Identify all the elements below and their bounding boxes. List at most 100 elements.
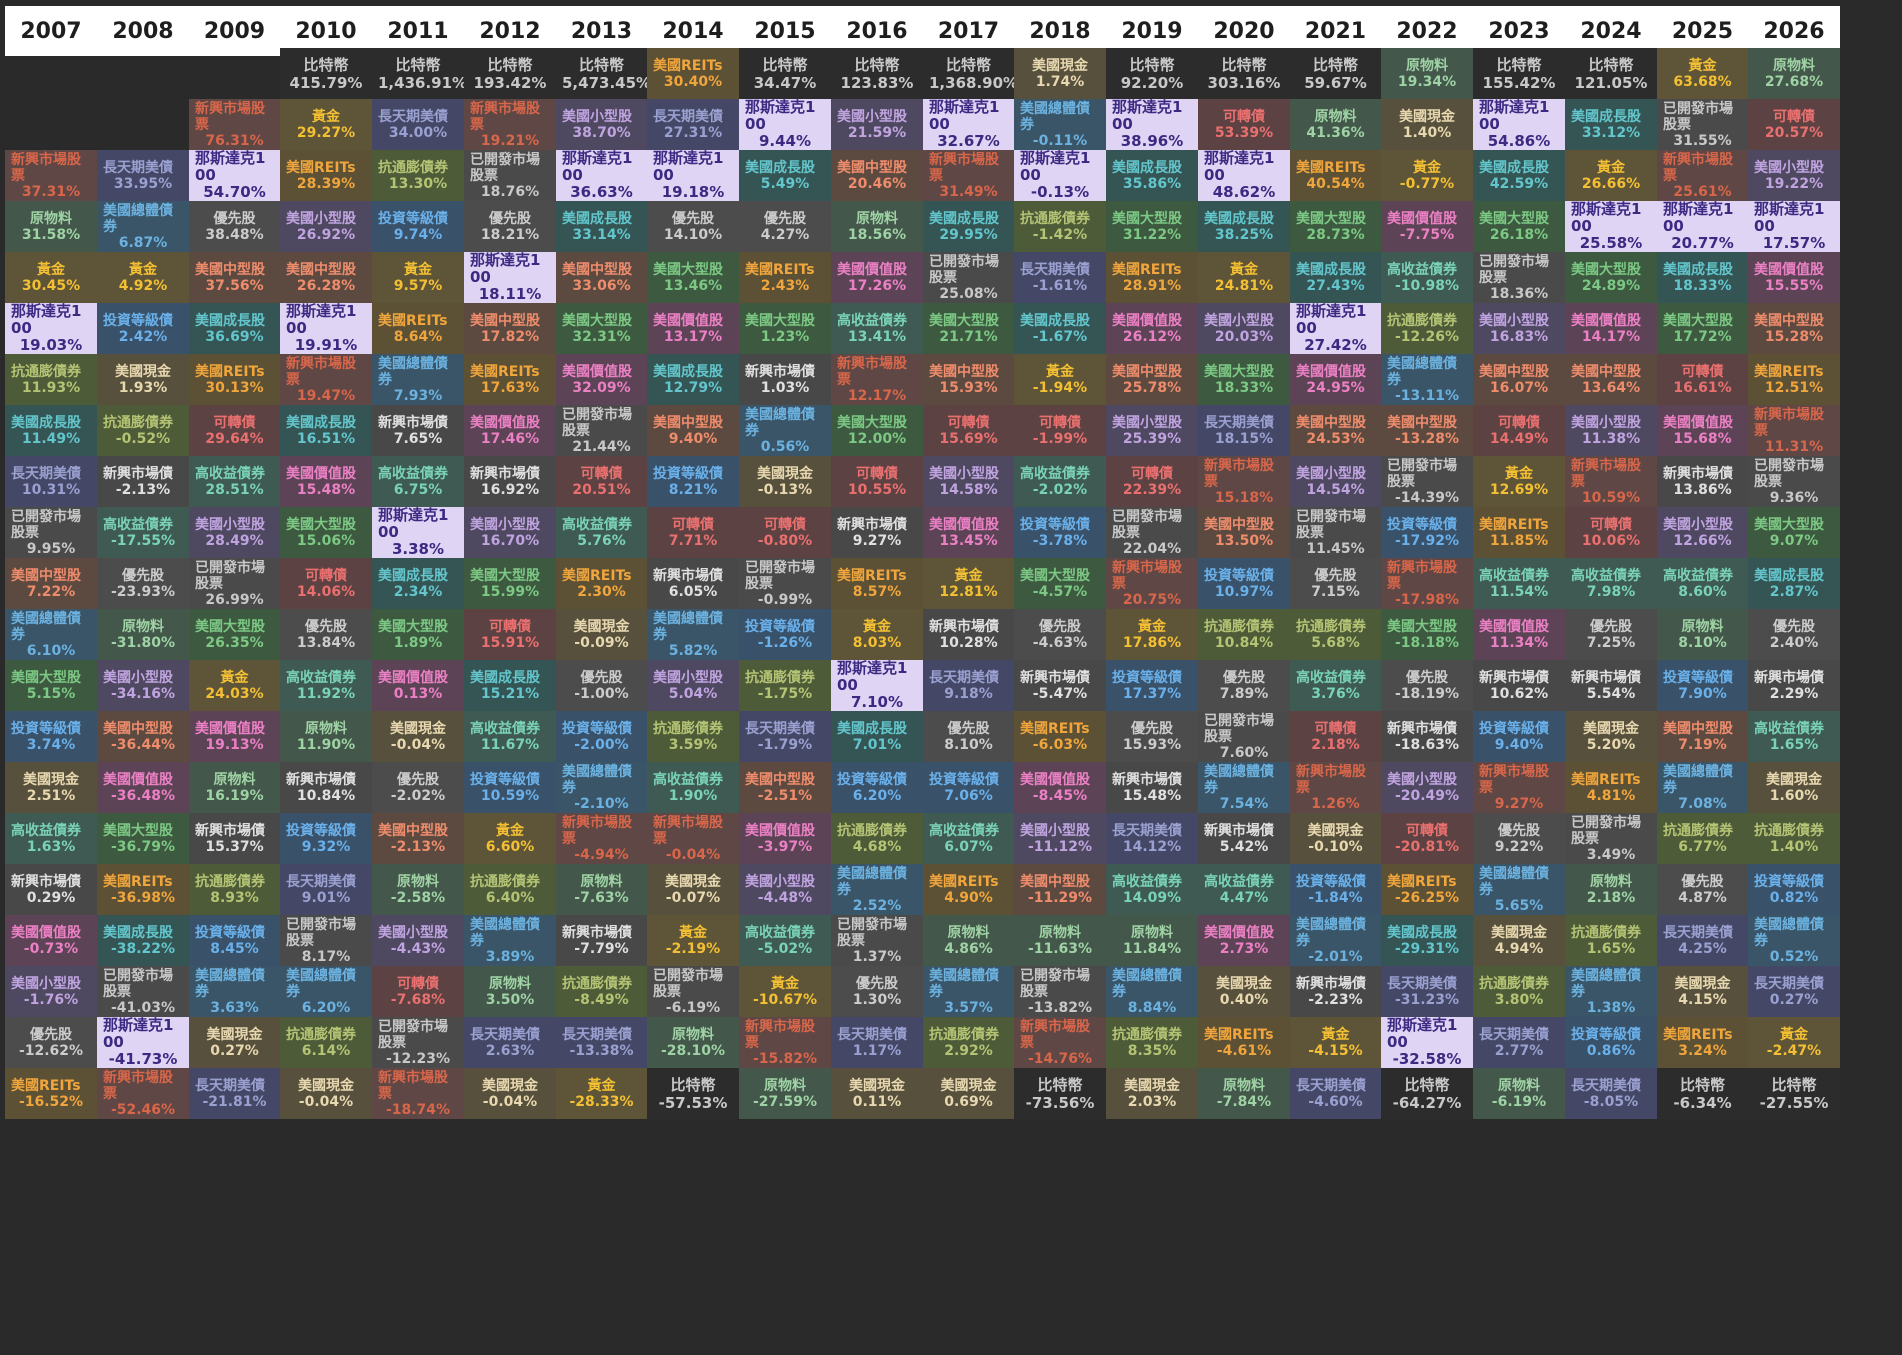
asset-return-cell: 美國總體債券 -13.11% bbox=[1381, 354, 1473, 405]
asset-name: 美國價值股 bbox=[562, 363, 632, 380]
asset-return-cell: 抗通膨債券 6.77% bbox=[1657, 813, 1748, 864]
asset-return-value: -0.04% bbox=[298, 1093, 354, 1110]
asset-name: 新興市場股票 bbox=[1571, 457, 1641, 490]
asset-name: 高收益債券 bbox=[1663, 567, 1733, 584]
asset-name: 美國小型股 bbox=[562, 108, 632, 125]
asset-return-value: 29.64% bbox=[205, 430, 264, 447]
asset-return-value: -13.11% bbox=[1394, 387, 1460, 404]
asset-return-value: 11.31% bbox=[1764, 438, 1824, 455]
asset-return-cell: 美國REITs -16.52% bbox=[5, 1068, 97, 1119]
asset-return-cell: 美國成長股 33.14% bbox=[556, 201, 647, 252]
asset-return-cell: 高收益債券 13.41% bbox=[831, 303, 923, 354]
asset-return-cell: 已開發市場股票 25.08% bbox=[923, 252, 1014, 303]
asset-return-value: -1.76% bbox=[23, 991, 79, 1008]
asset-return-cell: 美國中型股 17.82% bbox=[464, 303, 556, 354]
asset-name: 美國REITs bbox=[11, 1077, 81, 1094]
asset-return-cell: 美國REITs 12.51% bbox=[1748, 354, 1840, 405]
asset-name: 可轉債 bbox=[213, 414, 256, 431]
asset-name: 美國價值股 bbox=[1663, 414, 1733, 431]
asset-name: 投資等級債 bbox=[653, 465, 723, 482]
asset-return-cell: 抗通膨債券 -0.52% bbox=[97, 405, 189, 456]
asset-return-cell: 美國中型股 15.28% bbox=[1748, 303, 1840, 354]
asset-return-cell: 美國中型股 16.07% bbox=[1473, 354, 1565, 405]
asset-return-value: -2.47% bbox=[1766, 1042, 1822, 1059]
asset-return-value: 3.74% bbox=[26, 736, 76, 753]
asset-name: 那斯達克100 bbox=[103, 1017, 174, 1051]
asset-name: 美國現金 bbox=[1583, 720, 1639, 737]
asset-return-value: 4.47% bbox=[1219, 889, 1269, 906]
asset-name: 那斯達克100 bbox=[1296, 303, 1367, 337]
asset-return-value: 10.28% bbox=[939, 634, 998, 651]
asset-return-value: 7.01% bbox=[852, 736, 902, 753]
asset-return-cell: 美國小型股 -34.16% bbox=[97, 660, 189, 711]
asset-return-value: 19.18% bbox=[661, 183, 725, 201]
asset-name: 比特幣 bbox=[303, 55, 349, 74]
asset-return-value: 15.21% bbox=[480, 685, 540, 702]
asset-return-value: 7.22% bbox=[26, 583, 76, 600]
asset-return-value: -18.18% bbox=[1394, 634, 1460, 651]
asset-return-cell: 新興市場股票 76.31% bbox=[189, 99, 280, 150]
asset-name: 美國REITs bbox=[1663, 1026, 1733, 1043]
asset-return-cell: 新興市場債 1.03% bbox=[739, 354, 831, 405]
asset-return-value: 31.22% bbox=[1122, 226, 1182, 243]
asset-return-value: 38.96% bbox=[1120, 132, 1184, 150]
asset-return-cell: 新興市場股票 20.75% bbox=[1106, 558, 1198, 609]
asset-return-value: 16.83% bbox=[1489, 328, 1549, 345]
asset-return-cell: 長天期美債 -1.61% bbox=[1014, 252, 1106, 303]
asset-return-cell: 新興市場債 15.37% bbox=[189, 813, 280, 864]
asset-name: 可轉債 bbox=[489, 618, 531, 635]
asset-return-cell: 美國中型股 20.46% bbox=[831, 150, 923, 201]
asset-return-value: 22.39% bbox=[1122, 481, 1182, 498]
asset-name: 那斯達克100 bbox=[1020, 150, 1091, 184]
asset-name: 新興市場債 bbox=[286, 771, 356, 788]
asset-return-value: -0.07% bbox=[665, 889, 721, 906]
asset-return-value: 7.65% bbox=[393, 430, 443, 447]
asset-return-value: 2.40% bbox=[1769, 634, 1819, 651]
asset-name: 美國成長股 bbox=[1112, 159, 1182, 176]
asset-return-value: -2.13% bbox=[390, 838, 446, 855]
asset-name: 長天期美債 bbox=[1020, 261, 1090, 278]
asset-return-value: -0.04% bbox=[390, 736, 446, 753]
asset-return-value: 33.14% bbox=[572, 226, 631, 243]
asset-return-value: 33.95% bbox=[113, 175, 173, 192]
asset-return-value: 12.69% bbox=[1489, 481, 1549, 498]
asset-return-cell: 新興市場債 13.86% bbox=[1657, 456, 1748, 507]
asset-return-cell: 高收益債券 1.90% bbox=[647, 762, 739, 813]
asset-return-value: 2.18% bbox=[1311, 736, 1360, 753]
asset-return-cell: 美國價值股 14.17% bbox=[1565, 303, 1657, 354]
asset-name: 比特幣 bbox=[1588, 55, 1634, 74]
asset-return-cell: 美國成長股 18.33% bbox=[1657, 252, 1748, 303]
asset-return-value: 17.82% bbox=[480, 328, 540, 345]
asset-name: 美國小型股 bbox=[1020, 822, 1090, 839]
asset-name: 抗通膨債券 bbox=[378, 159, 448, 176]
asset-return-value: 6.05% bbox=[668, 583, 718, 600]
asset-return-cell: 優先股 38.48% bbox=[189, 201, 280, 252]
asset-return-cell: 比特幣 -57.53% bbox=[647, 1068, 739, 1119]
asset-return-cell: 美國成長股 33.12% bbox=[1565, 99, 1657, 150]
asset-return-cell: 原物料 8.10% bbox=[1657, 609, 1748, 660]
asset-name: 優先股 bbox=[672, 210, 714, 227]
asset-return-cell: 美國REITs -6.03% bbox=[1014, 711, 1106, 762]
asset-return-value: 28.91% bbox=[1122, 277, 1182, 294]
asset-name: 比特幣 bbox=[1404, 1075, 1450, 1094]
asset-name: 新興市場債 bbox=[745, 363, 815, 380]
asset-name: 高收益債券 bbox=[1479, 567, 1549, 584]
asset-return-cell: 美國大型股 15.99% bbox=[464, 558, 556, 609]
asset-return-value: -41.73% bbox=[108, 1050, 178, 1068]
asset-return-cell: 抗通膨債券 3.80% bbox=[1473, 966, 1565, 1017]
asset-return-cell: 美國現金 4.15% bbox=[1657, 966, 1748, 1017]
asset-name: 可轉債 bbox=[856, 465, 898, 482]
asset-name: 美國成長股 bbox=[929, 210, 999, 227]
asset-return-cell: 美國大型股 17.72% bbox=[1657, 303, 1748, 354]
asset-name: 投資等級債 bbox=[11, 720, 81, 737]
asset-name: 美國總體債券 bbox=[1754, 916, 1824, 949]
asset-return-cell: 新興市場股票 25.61% bbox=[1657, 150, 1748, 201]
asset-return-cell: 可轉債 15.91% bbox=[464, 609, 556, 660]
asset-return-value: 0.69% bbox=[944, 1093, 993, 1110]
asset-return-value: -4.94% bbox=[574, 846, 629, 863]
asset-return-cell: 美國現金 5.20% bbox=[1565, 711, 1657, 762]
asset-name: 那斯達克100 bbox=[378, 507, 449, 541]
asset-name: 抗通膨債券 bbox=[1204, 618, 1274, 635]
asset-return-cell: 美國價值股 11.34% bbox=[1473, 609, 1565, 660]
asset-return-value: 17.37% bbox=[1122, 685, 1182, 702]
